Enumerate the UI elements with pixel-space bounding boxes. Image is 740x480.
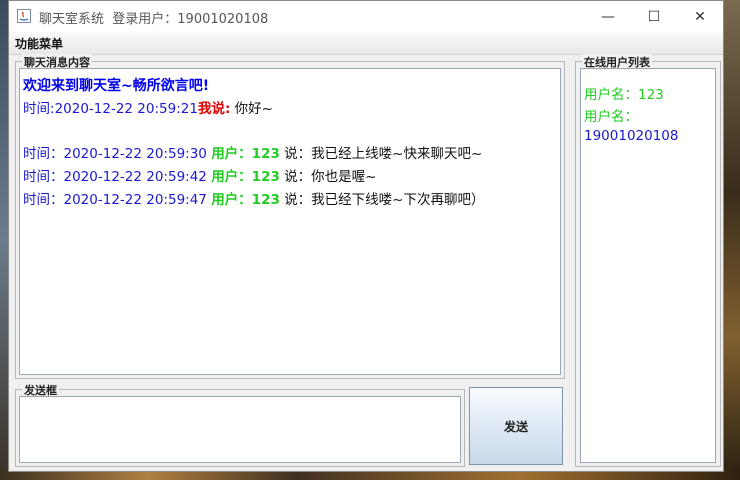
send-button-label: 发送 xyxy=(503,419,528,434)
message-say: 说： xyxy=(279,169,312,185)
message-prefix: 时间： xyxy=(23,146,64,162)
maximize-button[interactable]: ☐ xyxy=(631,1,677,32)
desktop-background-left xyxy=(0,0,8,480)
menu-bar: 功能菜单 xyxy=(9,32,723,55)
message-prefix: 时间： xyxy=(23,169,64,185)
chat-message: 时间：2020-12-22 20:59:30 用户：123 说：我已经上线喽~快… xyxy=(23,142,482,162)
app-title: 聊天室系统 xyxy=(39,12,105,27)
close-button[interactable]: ✕ xyxy=(677,1,723,32)
online-users-panel: 在线用户列表 用户名：123 用户名： 19001020108 xyxy=(575,54,721,467)
message-say: 说： xyxy=(279,192,312,208)
message-prefix: 时间: xyxy=(23,101,55,117)
message-time: 2020-12-22 20:59:42 xyxy=(63,169,207,185)
online-users-list[interactable]: 用户名：123 用户名： 19001020108 xyxy=(580,68,716,463)
chat-message: 时间:2020-12-22 20:59:21我说: 你好~ xyxy=(23,97,273,117)
user-value: 123 xyxy=(638,87,664,103)
user-label: 用户名： xyxy=(584,87,638,103)
message-sender: 用户：123 xyxy=(211,146,280,162)
message-text: 我已经上线喽~快来聊天吧~ xyxy=(311,146,483,162)
chat-message: 时间：2020-12-22 20:59:42 用户：123 说：你也是喔~ xyxy=(23,165,376,185)
welcome-message: 欢迎来到聊天室~畅所欲言吧! xyxy=(23,78,210,94)
minimize-icon: — xyxy=(601,8,615,25)
chat-window: 聊天室系统 登录用户：19001020108 — ☐ ✕ 功能菜单 聊天消息内容… xyxy=(8,0,724,472)
maximize-icon: ☐ xyxy=(647,8,661,25)
user-label: 用户名： xyxy=(584,109,638,125)
minimize-button[interactable]: — xyxy=(585,1,631,32)
message-time: 2020-12-22 20:59:21 xyxy=(54,101,198,117)
window-title: 聊天室系统 登录用户：19001020108 xyxy=(39,8,268,27)
message-text: 你好~ xyxy=(230,101,273,117)
message-text: 我已经下线喽~下次再聊吧） xyxy=(311,192,485,208)
menu-function[interactable]: 功能菜单 xyxy=(15,35,63,52)
chat-messages-panel: 聊天消息内容 欢迎来到聊天室~畅所欲言吧! 时间:2020-12-22 20:5… xyxy=(15,54,565,379)
java-app-icon xyxy=(17,9,31,23)
user-list-item[interactable]: 用户名：123 xyxy=(584,83,664,103)
desktop-background-right xyxy=(724,0,740,480)
user-list-item[interactable]: 用户名： xyxy=(584,105,638,125)
user-list-item-value[interactable]: 19001020108 xyxy=(584,128,678,144)
title-bar[interactable]: 聊天室系统 登录用户：19001020108 — ☐ ✕ xyxy=(9,1,723,32)
chat-message: 时间：2020-12-22 20:59:47 用户：123 说：我已经下线喽~下… xyxy=(23,188,484,208)
chat-messages-area[interactable]: 欢迎来到聊天室~畅所欲言吧! 时间:2020-12-22 20:59:21我说:… xyxy=(19,68,561,375)
message-sender: 我说: xyxy=(197,101,231,117)
message-text: 你也是喔~ xyxy=(311,169,377,185)
message-prefix: 时间： xyxy=(23,192,64,208)
message-sender: 用户：123 xyxy=(211,169,280,185)
send-button[interactable]: 发送 xyxy=(469,387,563,465)
user-value: 19001020108 xyxy=(584,128,679,144)
send-panel: 发送框 xyxy=(15,382,465,467)
message-input[interactable] xyxy=(19,396,461,463)
login-user-label: 登录用户：19001020108 xyxy=(112,12,269,27)
message-time: 2020-12-22 20:59:30 xyxy=(63,146,207,162)
message-say: 说： xyxy=(279,146,312,162)
close-icon: ✕ xyxy=(694,8,706,25)
message-time: 2020-12-22 20:59:47 xyxy=(63,192,207,208)
message-sender: 用户：123 xyxy=(211,192,280,208)
